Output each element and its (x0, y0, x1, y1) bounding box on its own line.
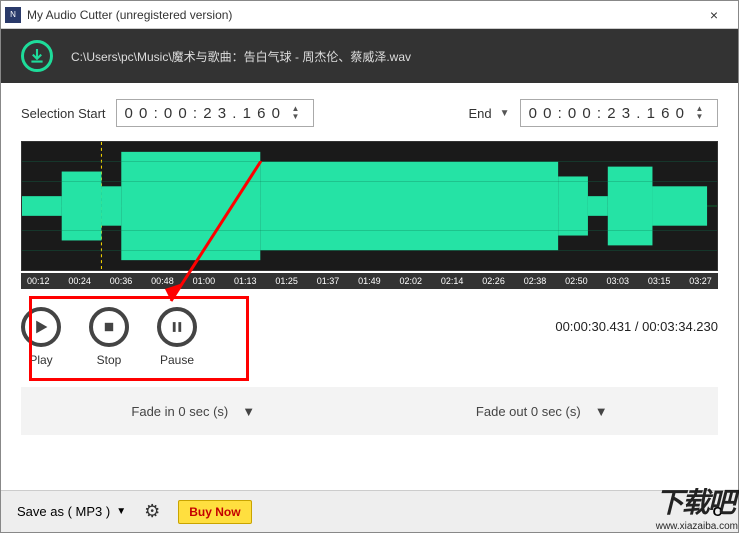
titlebar: N My Audio Cutter (unregistered version)… (1, 1, 738, 29)
close-button[interactable]: × (694, 7, 734, 23)
selection-end-label: End (469, 106, 492, 121)
end-dropdown-icon[interactable]: ▼ (500, 108, 510, 119)
app-icon: N (5, 7, 21, 23)
time-selection-row: Selection Start 0 0 : 0 0 : 2 3 . 1 6 0 … (1, 83, 738, 135)
fade-in-dropdown[interactable]: Fade in 0 sec (s) ▼ (131, 404, 255, 419)
gear-icon[interactable]: ⚙ (144, 501, 160, 522)
start-time-input[interactable]: 0 0 : 0 0 : 2 3 . 1 6 0 ▲▼ (116, 99, 314, 127)
chevron-down-icon: ▼ (116, 506, 126, 517)
fade-out-label: Fade out 0 sec (s) (476, 404, 581, 419)
play-button[interactable]: Play (21, 307, 61, 367)
time-ruler: 00:1200:24 00:3600:48 01:0001:13 01:2501… (21, 273, 718, 289)
chevron-down-icon: ▼ (242, 404, 255, 419)
play-label: Play (29, 353, 52, 367)
file-path: C:\Users\pc\Music\魔术与歌曲：告白气球 - 周杰伦、蔡威泽.w… (71, 48, 411, 65)
end-time-value: 0 0 : 0 0 : 2 3 . 1 6 0 (529, 105, 685, 122)
start-time-value: 0 0 : 0 0 : 2 3 . 1 6 0 (125, 105, 281, 122)
file-bar: C:\Users\pc\Music\魔术与歌曲：告白气球 - 周杰伦、蔡威泽.w… (1, 29, 738, 83)
end-time-spinner[interactable]: ▲▼ (691, 105, 709, 121)
bottom-toolbar: Save as ( MP3 ) ▼ ⚙ Buy Now C (1, 490, 738, 532)
pause-label: Pause (160, 353, 194, 367)
playback-controls: Play Stop Pause 00:00:30.431 / 00:03:34.… (1, 289, 738, 367)
start-time-spinner[interactable]: ▲▼ (287, 105, 305, 121)
stop-label: Stop (97, 353, 122, 367)
chevron-down-icon: ▼ (595, 404, 608, 419)
save-as-label: Save as ( MP3 ) (17, 504, 110, 519)
stop-button[interactable]: Stop (89, 307, 129, 367)
fade-in-label: Fade in 0 sec (s) (131, 404, 228, 419)
pause-button[interactable]: Pause (157, 307, 197, 367)
waveform-display[interactable] (21, 141, 718, 271)
time-readout: 00:00:30.431 / 00:03:34.230 (555, 307, 718, 334)
window-title: My Audio Cutter (unregistered version) (27, 8, 232, 22)
cut-button-partial[interactable]: C (713, 504, 722, 519)
end-time-input[interactable]: 0 0 : 0 0 : 2 3 . 1 6 0 ▲▼ (520, 99, 718, 127)
selection-start-label: Selection Start (21, 106, 106, 121)
save-as-dropdown[interactable]: Save as ( MP3 ) ▼ (17, 504, 126, 519)
buy-now-button[interactable]: Buy Now (178, 500, 251, 524)
fade-settings-row: Fade in 0 sec (s) ▼ Fade out 0 sec (s) ▼ (21, 387, 718, 435)
download-icon[interactable] (21, 40, 53, 72)
fade-out-dropdown[interactable]: Fade out 0 sec (s) ▼ (476, 404, 608, 419)
